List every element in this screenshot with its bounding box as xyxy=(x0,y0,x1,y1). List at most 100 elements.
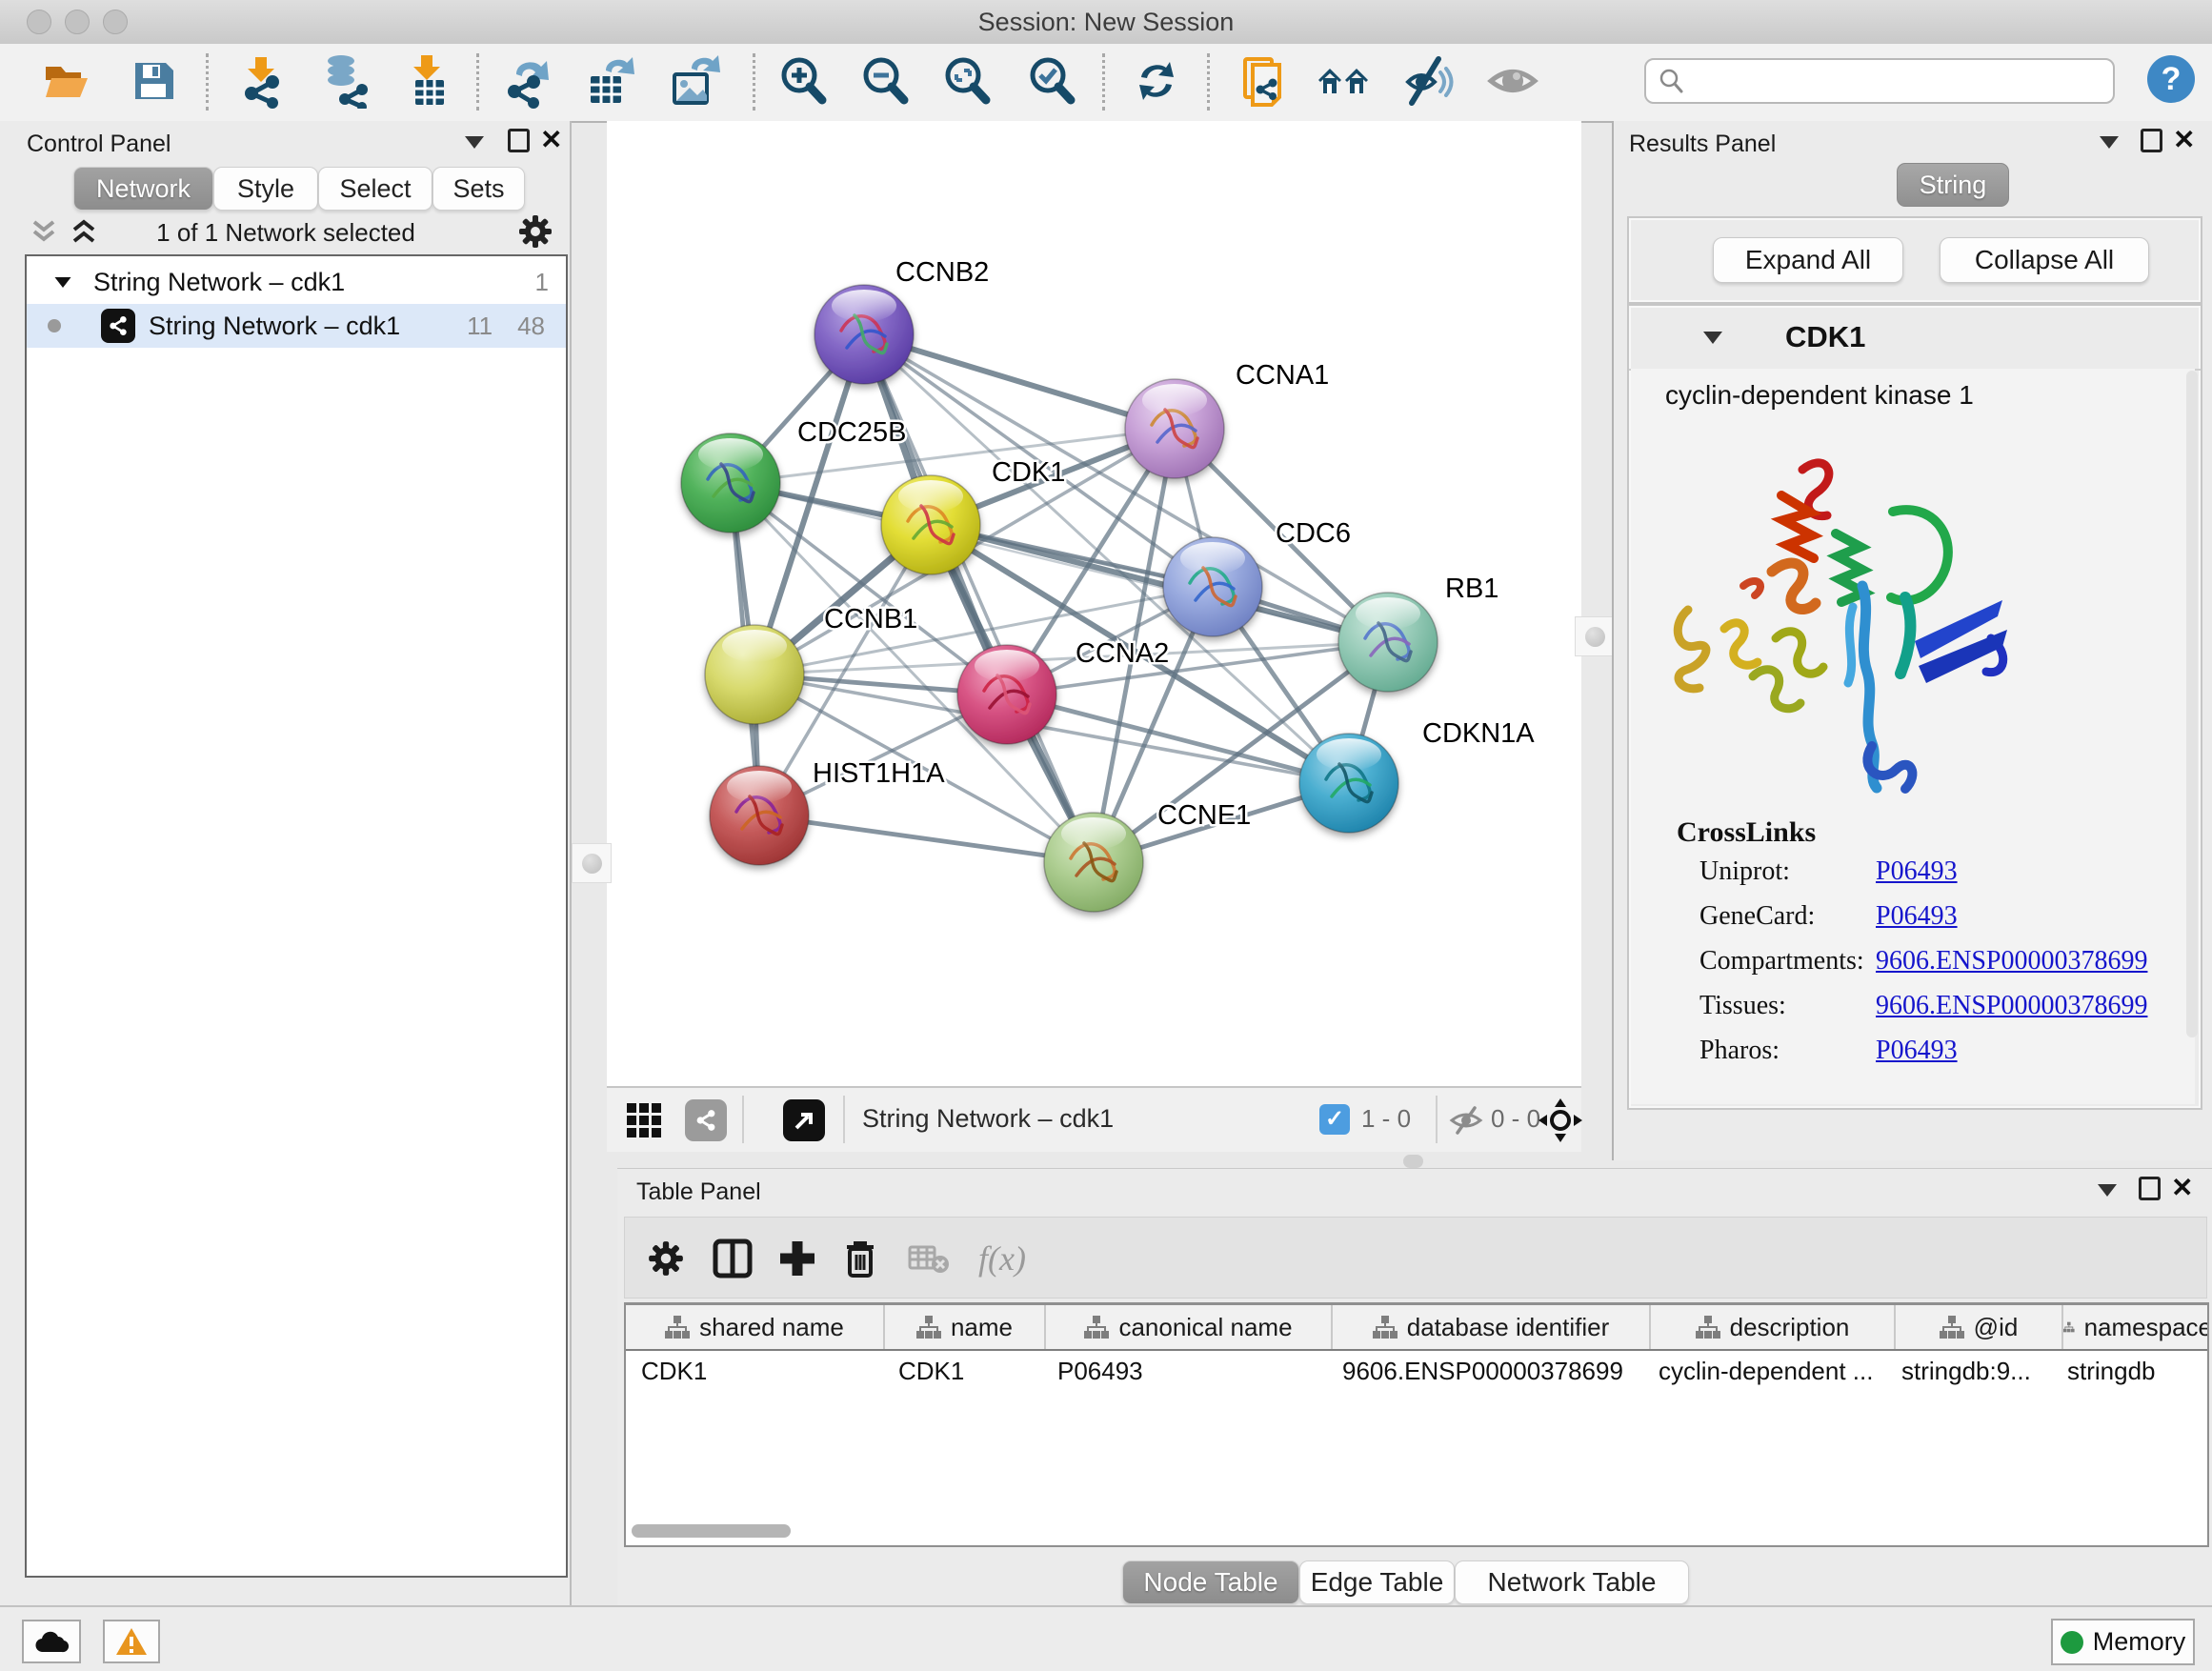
node-RB1[interactable] xyxy=(1338,593,1438,692)
tab-sets[interactable]: Sets xyxy=(432,167,525,211)
hidden-eye-icon[interactable] xyxy=(1449,1105,1483,1136)
add-column-icon[interactable] xyxy=(775,1237,819,1280)
column-header-name[interactable]: name xyxy=(885,1305,1046,1349)
memory-button[interactable]: Memory xyxy=(2051,1619,2195,1665)
cell-canonical-name[interactable]: P06493 xyxy=(1042,1351,1327,1391)
hide-eye-icon[interactable] xyxy=(1400,51,1459,111)
node-CDC25B[interactable] xyxy=(681,433,780,533)
node-CDC6[interactable] xyxy=(1163,537,1262,636)
birdseye-grid-icon[interactable] xyxy=(626,1102,662,1138)
node-CCNA2[interactable] xyxy=(957,645,1056,744)
node-HIST1H1A[interactable] xyxy=(710,766,809,865)
home-icon[interactable] xyxy=(1315,51,1374,111)
column-header-description[interactable]: description xyxy=(1651,1305,1896,1349)
tab-string[interactable]: String xyxy=(1897,163,2009,207)
tab-node-table[interactable]: Node Table xyxy=(1122,1560,1299,1604)
entry-header[interactable]: CDK1 xyxy=(1629,306,2201,371)
search-input[interactable] xyxy=(1692,67,2113,95)
node-CDK1[interactable] xyxy=(881,475,980,574)
control-panel-menu-icon[interactable] xyxy=(465,136,484,149)
tab-edge-table[interactable]: Edge Table xyxy=(1299,1560,1455,1604)
open-session-icon[interactable] xyxy=(36,51,95,111)
open-in-new-window-icon[interactable] xyxy=(783,1099,825,1141)
import-table-file-icon[interactable] xyxy=(398,51,457,111)
entry-collapse-icon[interactable] xyxy=(1703,332,1722,344)
expand-all-networks-icon[interactable] xyxy=(69,216,99,249)
cloud-button[interactable] xyxy=(22,1620,81,1663)
import-network-database-icon[interactable] xyxy=(314,51,373,111)
crosslink-link[interactable]: 9606.ENSP00000378699 xyxy=(1876,991,2147,1021)
network-collection-row[interactable]: String Network – cdk1 1 xyxy=(27,260,566,304)
export-network-icon[interactable] xyxy=(501,51,560,111)
cell-name[interactable]: CDK1 xyxy=(883,1351,1042,1391)
table-horizontal-scrollbar[interactable] xyxy=(632,1524,791,1538)
edge-HIST1H1A-CCNE1[interactable] xyxy=(759,815,1094,862)
zoom-in-icon[interactable] xyxy=(774,51,833,111)
network-graph[interactable]: CCNB2CCNA1CDC25BCDK1CDC6RB1CCNB1CCNA2CDK… xyxy=(607,121,1581,1086)
crosslink-link[interactable]: P06493 xyxy=(1876,1036,1958,1066)
column-header-canonical-name[interactable]: canonical name xyxy=(1046,1305,1333,1349)
import-network-file-icon[interactable] xyxy=(231,51,290,111)
table-gear-icon[interactable] xyxy=(644,1237,688,1280)
column-header-database-identifier[interactable]: database identifier xyxy=(1333,1305,1651,1349)
collapse-all-networks-icon[interactable] xyxy=(29,216,59,249)
control-panel-close-icon[interactable]: ✕ xyxy=(540,129,562,151)
node-CCNA1[interactable] xyxy=(1125,379,1224,478)
table-panel-menu-icon[interactable] xyxy=(2098,1184,2117,1197)
table-panel-close-icon[interactable]: ✕ xyxy=(2171,1177,2193,1199)
node-label-HIST1H1A: HIST1H1A xyxy=(813,758,945,789)
cell-namespace[interactable]: stringdb xyxy=(2052,1351,2201,1391)
collapse-all-button[interactable]: Collapse All xyxy=(1940,237,2149,283)
crosslink-link[interactable]: P06493 xyxy=(1876,901,1958,932)
cell-@id[interactable]: stringdb:9... xyxy=(1886,1351,2052,1391)
tab-network-table[interactable]: Network Table xyxy=(1455,1560,1689,1604)
export-table-icon[interactable] xyxy=(581,51,640,111)
network-canvas[interactable]: CCNB2CCNA1CDC25BCDK1CDC6RB1CCNB1CCNA2CDK… xyxy=(607,121,1581,1086)
network-row-selected[interactable]: String Network – cdk1 11 48 xyxy=(27,304,566,348)
share-document-icon[interactable] xyxy=(1236,51,1295,111)
bottom-splitter-handle[interactable] xyxy=(1403,1155,1423,1168)
column-header-shared-name[interactable]: shared name xyxy=(626,1305,885,1349)
warnings-button[interactable] xyxy=(103,1620,160,1663)
control-panel-float-icon[interactable] xyxy=(508,129,530,152)
node-CCNB1[interactable] xyxy=(705,625,804,724)
crosslink-link[interactable]: P06493 xyxy=(1876,856,1958,887)
results-panel-float-icon[interactable] xyxy=(2141,129,2162,152)
help-button[interactable]: ? xyxy=(2147,55,2195,103)
network-share-icon[interactable] xyxy=(685,1099,727,1141)
edge-RB1-CCNB1[interactable] xyxy=(754,642,1388,674)
cell-shared-name[interactable]: CDK1 xyxy=(626,1351,883,1391)
node-CCNE1[interactable] xyxy=(1044,813,1143,912)
results-panel-menu-icon[interactable] xyxy=(2100,136,2119,149)
show-columns-icon[interactable] xyxy=(711,1237,754,1280)
node-CCNB2[interactable] xyxy=(814,285,914,384)
results-scrollbar[interactable] xyxy=(2186,371,2198,1037)
zoom-selected-icon[interactable] xyxy=(1022,51,1081,111)
tab-network[interactable]: Network xyxy=(73,167,213,211)
results-panel-close-icon[interactable]: ✕ xyxy=(2173,129,2195,151)
fit-content-crosshair-icon[interactable] xyxy=(1538,1098,1582,1142)
column-header-@id[interactable]: @id xyxy=(1896,1305,2063,1349)
left-splitter-handle[interactable] xyxy=(572,843,612,883)
refresh-icon[interactable] xyxy=(1127,51,1186,111)
crosslink-link[interactable]: 9606.ENSP00000378699 xyxy=(1876,946,2147,976)
right-splitter-handle[interactable] xyxy=(1575,616,1615,656)
zoom-out-icon[interactable] xyxy=(855,51,915,111)
cell-database-identifier[interactable]: 9606.ENSP00000378699 xyxy=(1327,1351,1643,1391)
search-field[interactable] xyxy=(1644,58,2115,104)
collection-expand-icon[interactable] xyxy=(55,276,71,287)
table-row[interactable]: CDK1CDK1P064939606.ENSP00000378699cyclin… xyxy=(626,1351,2207,1391)
table-panel-float-icon[interactable] xyxy=(2139,1177,2161,1200)
tab-select[interactable]: Select xyxy=(318,167,432,211)
zoom-fit-icon[interactable] xyxy=(937,51,996,111)
selected-checkbox[interactable]: ✓ xyxy=(1319,1104,1350,1135)
network-options-gear-icon[interactable] xyxy=(516,212,554,251)
export-image-icon[interactable] xyxy=(663,51,722,111)
save-session-icon[interactable] xyxy=(124,51,183,111)
cell-description[interactable]: cyclin-dependent ... xyxy=(1643,1351,1886,1391)
tab-style[interactable]: Style xyxy=(213,167,318,211)
expand-all-button[interactable]: Expand All xyxy=(1713,237,1903,283)
node-CDKN1A[interactable] xyxy=(1299,734,1398,833)
delete-column-icon[interactable] xyxy=(838,1237,882,1280)
column-header-namespace[interactable]: namespace xyxy=(2063,1305,2209,1349)
